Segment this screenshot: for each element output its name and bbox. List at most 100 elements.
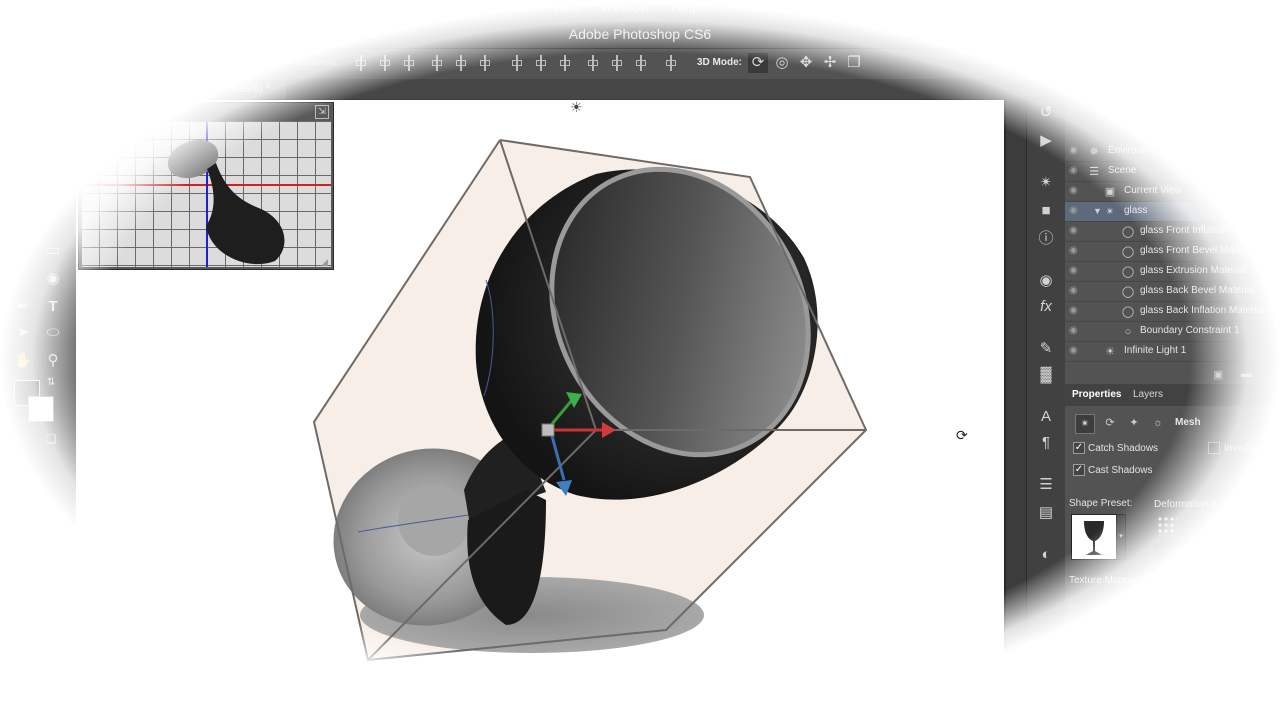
light-icon: ☀ <box>1105 346 1115 358</box>
align-vertical-centers-icon[interactable] <box>378 55 392 71</box>
pen-tool-icon[interactable]: ✒ <box>12 296 34 318</box>
navigator-options-icon[interactable]: ⇲ <box>315 105 329 119</box>
deform-mode-icon[interactable]: ⟳ <box>1101 414 1119 432</box>
info-icon[interactable]: ⓘ <box>1035 228 1057 250</box>
zoom-tool-icon[interactable]: ⚲ <box>42 350 64 372</box>
auto-align-icon[interactable] <box>664 55 678 71</box>
document-tab[interactable]: RGB/8) * <box>180 79 286 99</box>
distribute-horizontal-icon[interactable] <box>610 55 624 71</box>
hand-tool-icon[interactable]: ✋ <box>12 350 34 372</box>
paragraph-icon[interactable]: ¶ <box>1035 432 1057 454</box>
smudge-tool-icon[interactable]: ◉ <box>42 268 64 290</box>
axis-center-cube[interactable] <box>541 423 555 437</box>
distribute-left-icon[interactable] <box>586 55 600 71</box>
history-icon[interactable]: ↺ <box>1035 102 1057 124</box>
visibility-eye-icon[interactable]: ◉ <box>1069 265 1081 277</box>
path-selection-tool-icon[interactable]: ➤ <box>12 322 34 344</box>
scene-row-back-bevel[interactable]: ◉ ◯ glass Back Bevel Material <box>1065 282 1280 302</box>
visibility-eye-icon[interactable]: ◉ <box>1069 325 1081 337</box>
type-tool-icon[interactable]: T <box>42 296 64 318</box>
material-icon: ◯ <box>1121 226 1135 238</box>
scene-row-extrusion[interactable]: ◉ ◯ glass Extrusion Material <box>1065 262 1280 282</box>
show-transform-controls-label[interactable]: Controls <box>299 57 336 68</box>
menu-window[interactable]: Window <box>600 0 650 15</box>
align-left-edges-icon[interactable] <box>430 55 444 71</box>
cast-shadows-checkbox[interactable]: ✓ <box>1073 464 1085 476</box>
invisible-checkbox[interactable] <box>1208 442 1220 454</box>
color-palette-icon[interactable]: ◉ <box>1035 270 1057 292</box>
distribute-right-icon[interactable] <box>634 55 648 71</box>
scene-row-label: Boundary Constraint 1 <box>1140 325 1240 336</box>
align-top-edges-icon[interactable] <box>354 55 368 71</box>
material-icon: ◯ <box>1121 266 1135 278</box>
tab-properties[interactable]: Properties <box>1072 389 1121 400</box>
distribute-bottom-icon[interactable] <box>558 55 572 71</box>
distribute-top-icon[interactable] <box>510 55 524 71</box>
3d-panel-icon[interactable]: ✴ <box>1035 172 1057 194</box>
menu-help[interactable]: Help <box>671 0 700 15</box>
visibility-eye-icon[interactable]: ◉ <box>1069 145 1081 157</box>
scale-3d-icon[interactable]: ❐ <box>844 53 864 73</box>
swap-colors-icon[interactable]: ⇅ <box>40 372 62 394</box>
rotate-3d-icon[interactable]: ⟳ <box>748 53 768 73</box>
reset-deformation-button[interactable]: R <box>1156 542 1198 560</box>
rectangle-tool-icon[interactable]: ▭ <box>42 240 64 262</box>
shape-preset-dropdown-icon[interactable]: ▾ <box>1116 514 1126 560</box>
scene-row-back-inflation[interactable]: ◉ ◯ glass Back Inflation Material <box>1065 302 1280 322</box>
3d-navigator-widget[interactable]: ⇲ ◢ <box>78 102 334 270</box>
document-tab-label: RGB/8) * <box>226 83 271 95</box>
visibility-eye-icon[interactable]: ◉ <box>1069 205 1081 217</box>
expand-caret-icon[interactable]: ▼ <box>1093 206 1102 216</box>
brush-icon[interactable]: ✎ <box>1035 338 1057 360</box>
coordinates-mode-icon[interactable]: ☼ <box>1149 414 1167 432</box>
character-styles-icon[interactable]: ☰ <box>1035 474 1057 496</box>
visibility-eye-icon[interactable]: ◉ <box>1069 225 1081 237</box>
new-light-icon[interactable]: ▣ <box>1213 368 1223 381</box>
paragraph-styles-icon[interactable]: ▤ <box>1035 502 1057 524</box>
mesh-mode-icon[interactable]: ✴ <box>1075 414 1095 434</box>
visibility-eye-icon[interactable]: ◉ <box>1069 345 1081 357</box>
menu-view[interactable]: View <box>551 0 581 15</box>
visibility-eye-icon[interactable]: ◉ <box>1069 185 1081 197</box>
deformation-axis-grid-icon[interactable] <box>1157 516 1177 536</box>
visibility-eye-icon[interactable]: ◉ <box>1069 305 1081 317</box>
ellipse-tool-icon[interactable]: ⬭ <box>42 322 64 344</box>
scene-row-infinite-light[interactable]: ◉ ☀ Infinite Light 1 <box>1065 342 1280 362</box>
align-horizontal-centers-icon[interactable] <box>454 55 468 71</box>
visibility-eye-icon[interactable]: ◉ <box>1069 245 1081 257</box>
resize-grip-icon[interactable]: ◢ <box>321 257 331 267</box>
goblet-preview-icon <box>1084 521 1104 555</box>
scene-row-front-bevel[interactable]: ◉ ◯ glass Front Bevel Material <box>1065 242 1280 262</box>
clone-source-icon[interactable]: ▓ <box>1035 364 1057 386</box>
drag-3d-icon[interactable]: ✥ <box>796 53 816 73</box>
slide-3d-icon[interactable]: ✢ <box>820 53 840 73</box>
visibility-eye-icon[interactable]: ◉ <box>1069 285 1081 297</box>
styles-fx-icon[interactable]: fx <box>1035 296 1057 318</box>
cap-mode-icon[interactable]: ✦ <box>1125 414 1143 432</box>
menu-3d[interactable]: 3D <box>506 0 524 15</box>
catch-shadows-checkbox[interactable]: ✓ <box>1073 442 1085 454</box>
scene-row-scene[interactable]: ◉ ☰ Scene <box>1065 162 1280 182</box>
adjustments-icon[interactable]: ◐ <box>1035 544 1057 566</box>
visibility-eye-icon[interactable]: ◉ <box>1069 165 1081 177</box>
scene-row-front-inflation[interactable]: ◉ ◯ glass Front Inflation <box>1065 222 1280 242</box>
scene-row-glass[interactable]: ◉ ▼ ✴ glass <box>1065 202 1280 222</box>
character-icon[interactable]: A <box>1035 406 1057 428</box>
histogram-icon[interactable]: ■ <box>1035 200 1057 222</box>
distribute-centers-icon[interactable] <box>534 55 548 71</box>
roll-3d-icon[interactable]: ◎ <box>772 53 792 73</box>
delete-icon[interactable]: ▬ <box>1241 368 1252 380</box>
scene-row-boundary-constraint[interactable]: ◉ ○ Boundary Constraint 1 <box>1065 322 1280 342</box>
scene-row-label: glass Back Bevel Material <box>1140 285 1255 296</box>
shape-preset-thumbnail[interactable] <box>1071 514 1117 560</box>
actions-play-icon[interactable]: ▶ <box>1035 130 1057 152</box>
navigator-grid[interactable] <box>81 121 331 267</box>
scene-row-environment[interactable]: ◉ ✵ Environment <box>1065 142 1280 162</box>
quick-mask-icon[interactable]: ▢ <box>6 428 28 450</box>
background-color-swatch[interactable] <box>28 396 54 422</box>
align-right-edges-icon[interactable] <box>478 55 492 71</box>
scene-row-current-view[interactable]: ◉ ▣ Current View <box>1065 182 1280 202</box>
align-bottom-edges-icon[interactable] <box>402 55 416 71</box>
screen-mode-icon[interactable]: ❏ <box>40 428 62 450</box>
tab-layers[interactable]: Layers <box>1133 389 1163 400</box>
